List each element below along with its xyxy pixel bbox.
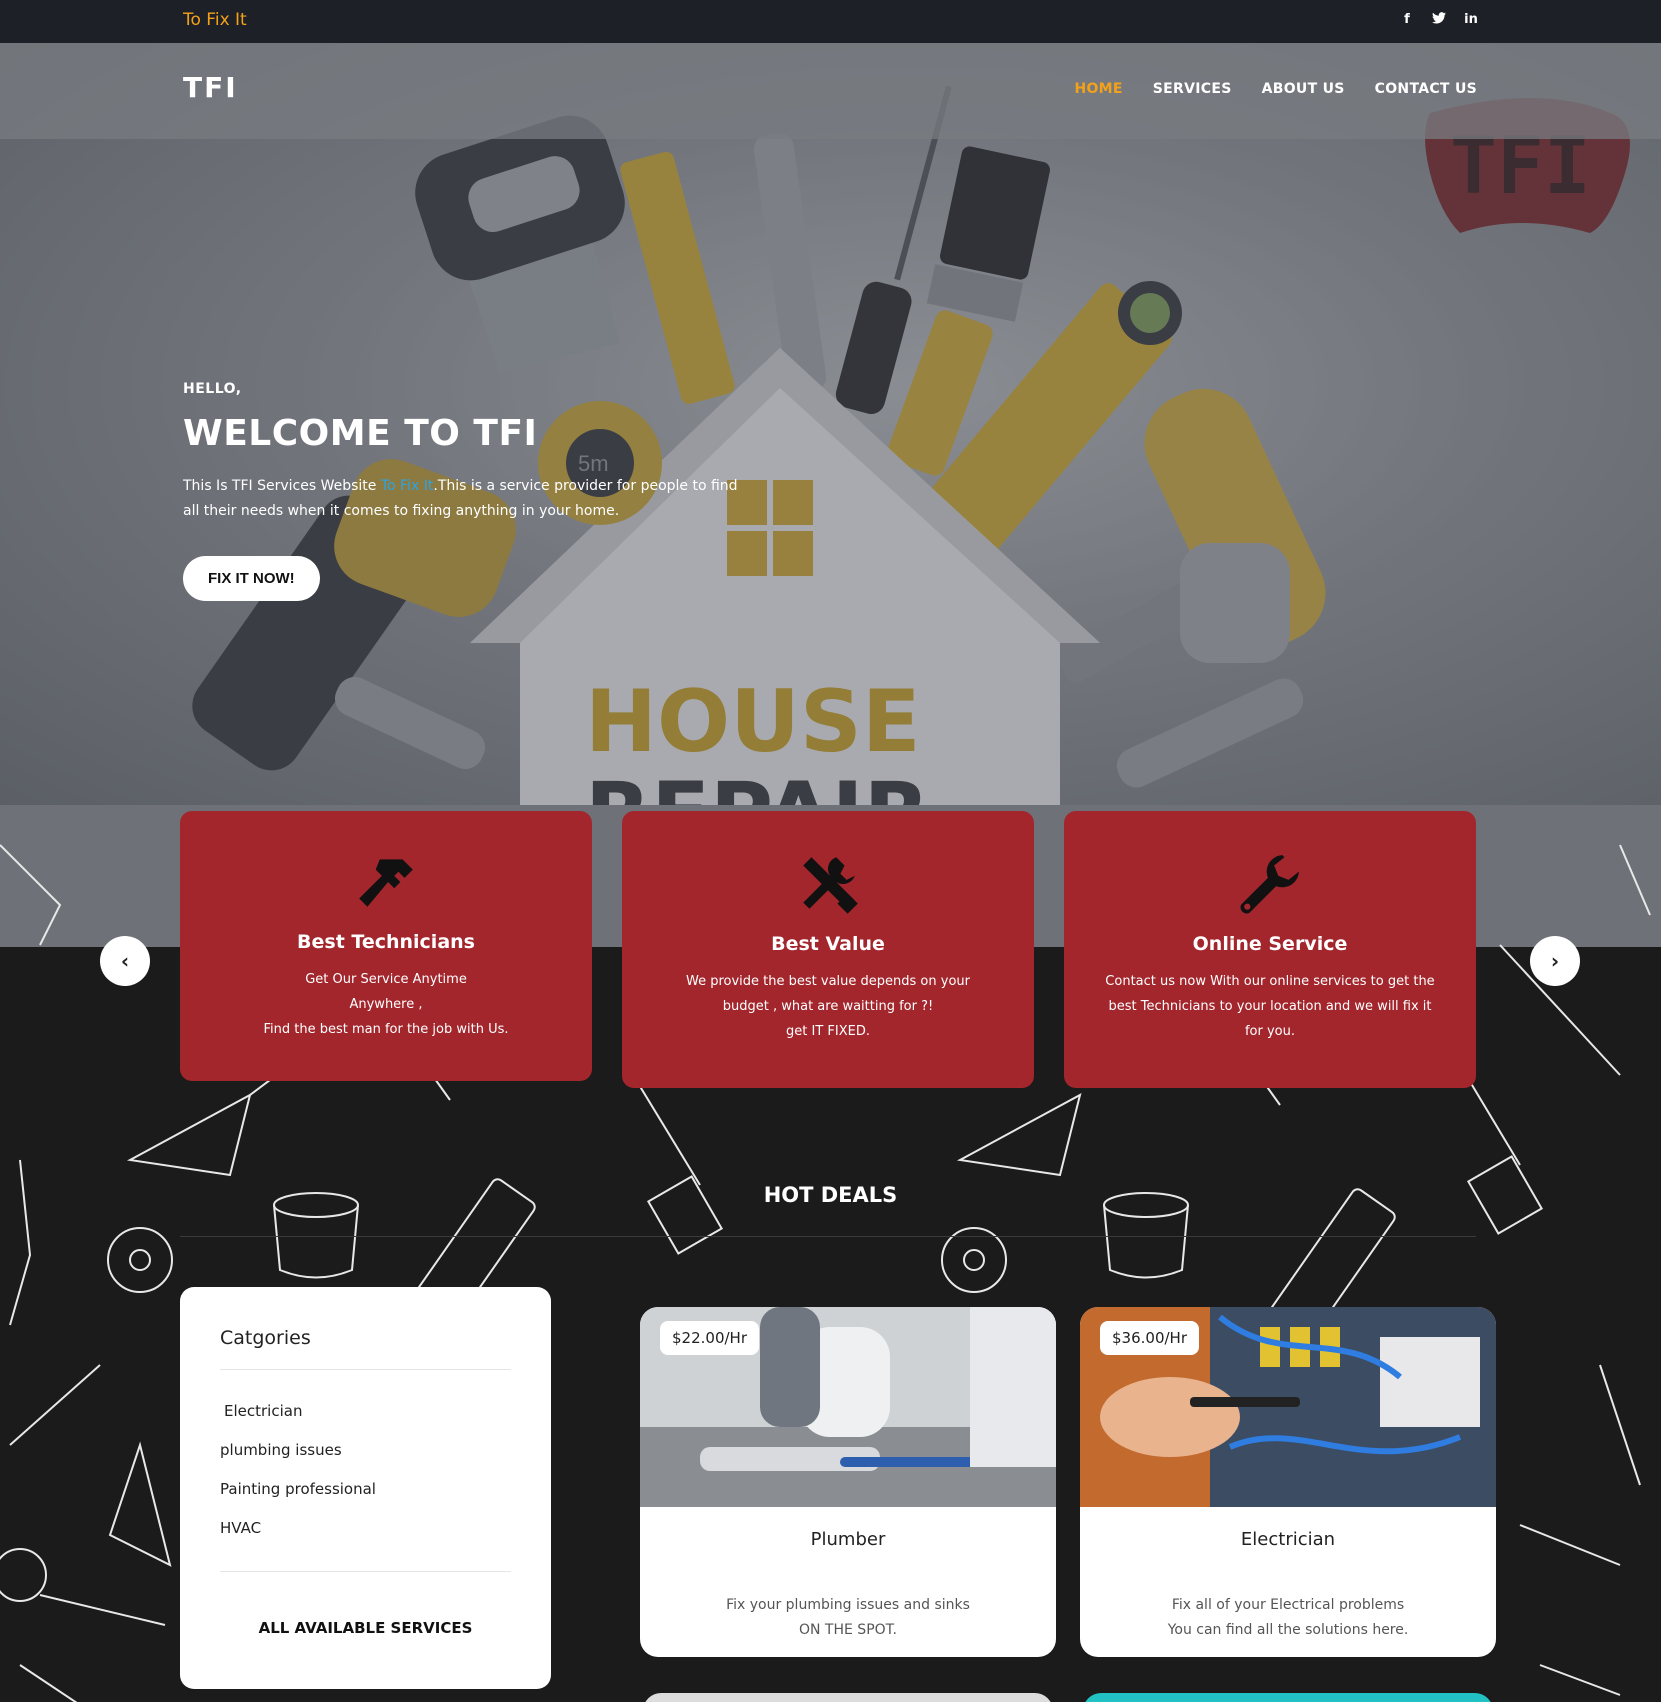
feature-title: Best Technicians xyxy=(297,931,475,953)
category-item[interactable]: HVAC xyxy=(220,1519,376,1558)
deal-line: ON THE SPOT. xyxy=(798,1622,897,1638)
feature-description: Contact us now With our online services … xyxy=(1094,969,1446,1044)
categories-list: Electrician plumbing issues Painting pro… xyxy=(220,1402,376,1558)
nav-contact-us[interactable]: CONTACT US xyxy=(1375,81,1477,97)
linkedin-icon[interactable]: in xyxy=(1463,12,1479,28)
feature-line: for you. xyxy=(1244,1024,1296,1039)
fix-it-now-button[interactable]: FIX IT NOW! xyxy=(183,556,320,601)
feature-line: get IT FIXED. xyxy=(786,1024,870,1039)
facebook-icon[interactable]: f xyxy=(1399,12,1415,28)
hero-title: WELCOME TO TFI xyxy=(183,413,538,454)
deal-line: You can find all the solutions here. xyxy=(1167,1622,1409,1638)
category-item[interactable]: Painting professional xyxy=(220,1480,376,1519)
feature-line: We provide the best value depends on you… xyxy=(686,974,970,989)
divider xyxy=(180,1236,1476,1237)
all-services-link[interactable]: ALL AVAILABLE SERVICES xyxy=(180,1619,551,1637)
feature-line: budget , what are waitting for ?! xyxy=(722,999,934,1014)
hero-desc-start: This Is TFI Services Website xyxy=(183,478,381,494)
price-badge: $22.00/Hr xyxy=(660,1321,759,1355)
hot-deals-heading: HOT DEALS xyxy=(763,1183,898,1207)
deal-title: Plumber xyxy=(810,1529,886,1550)
wrench-icon xyxy=(1240,855,1299,914)
categories-heading: Catgories xyxy=(220,1327,311,1349)
site-logo[interactable]: TFI xyxy=(183,71,238,104)
nav-about-us[interactable]: ABOUT US xyxy=(1262,81,1345,97)
hammer-icon xyxy=(359,859,413,907)
deal-line: Fix all of your Electrical problems xyxy=(1171,1597,1405,1613)
nav-services[interactable]: SERVICES xyxy=(1153,81,1232,97)
deal-description: Fix all of your Electrical problems You … xyxy=(1080,1593,1496,1643)
deal-card-peek xyxy=(643,1693,1053,1702)
deal-card-electrician[interactable]: $36.00/Hr Electrician Fix all of your El… xyxy=(1080,1307,1496,1657)
feature-line: Contact us now With our online services … xyxy=(1105,974,1435,989)
category-item[interactable]: plumbing issues xyxy=(220,1441,376,1480)
chevron-left-icon: ‹ xyxy=(120,949,130,973)
feature-card-best-value: Best Value We provide the best value dep… xyxy=(622,811,1034,1088)
deal-title: Electrician xyxy=(1240,1529,1336,1550)
category-item[interactable]: Electrician xyxy=(220,1402,376,1441)
main-menu: HOME SERVICES ABOUT US CONTACT US xyxy=(1074,81,1477,97)
feature-description: We provide the best value depends on you… xyxy=(652,969,1004,1044)
twitter-icon[interactable] xyxy=(1431,12,1447,28)
feature-title: Online Service xyxy=(1192,933,1348,955)
feature-card-online-service: Online Service Contact us now With our o… xyxy=(1064,811,1476,1088)
main-navbar: TFI HOME SERVICES ABOUT US CONTACT US xyxy=(0,43,1661,139)
top-bar: To Fix It f in xyxy=(0,0,1661,43)
deal-card-peek xyxy=(1083,1693,1493,1702)
categories-panel: Catgories Electrician plumbing issues Pa… xyxy=(180,1287,551,1689)
hero-section: 5m HOUSE REPAIR TFI TFI HOME SERVICES AB… xyxy=(0,43,1661,805)
feature-line: best Technicians to your location and we… xyxy=(1108,999,1432,1014)
social-links: f in xyxy=(1399,12,1479,28)
hero-greeting: HELLO, xyxy=(183,381,242,397)
feature-line: Anywhere , xyxy=(349,997,423,1012)
chevron-right-icon: › xyxy=(1550,949,1560,973)
hero-description: This Is TFI Services Website To Fix It.T… xyxy=(183,474,743,524)
feature-description: Get Our Service Anytime Anywhere , Find … xyxy=(210,967,562,1042)
feature-card-best-technicians: Best Technicians Get Our Service Anytime… xyxy=(180,811,592,1081)
tools-icon xyxy=(803,857,858,914)
hero-desc-link[interactable]: To Fix It xyxy=(381,478,433,494)
carousel-prev-button[interactable]: ‹ xyxy=(100,936,150,986)
feature-line: Find the best man for the job with Us. xyxy=(263,1022,509,1037)
top-brand-link[interactable]: To Fix It xyxy=(183,10,247,30)
divider xyxy=(220,1369,511,1370)
price-badge: $36.00/Hr xyxy=(1100,1321,1199,1355)
deal-description: Fix your plumbing issues and sinks ON TH… xyxy=(640,1593,1056,1643)
feature-line: Get Our Service Anytime xyxy=(305,972,467,987)
deal-card-plumber[interactable]: $22.00/Hr Plumber Fix your plumbing issu… xyxy=(640,1307,1056,1657)
deal-line: Fix your plumbing issues and sinks xyxy=(726,1597,970,1613)
feature-title: Best Value xyxy=(771,933,885,955)
nav-home[interactable]: HOME xyxy=(1074,81,1122,97)
carousel-next-button[interactable]: › xyxy=(1530,936,1580,986)
divider xyxy=(220,1571,511,1572)
hero-content: HELLO, WELCOME TO TFI This Is TFI Servic… xyxy=(183,381,803,601)
